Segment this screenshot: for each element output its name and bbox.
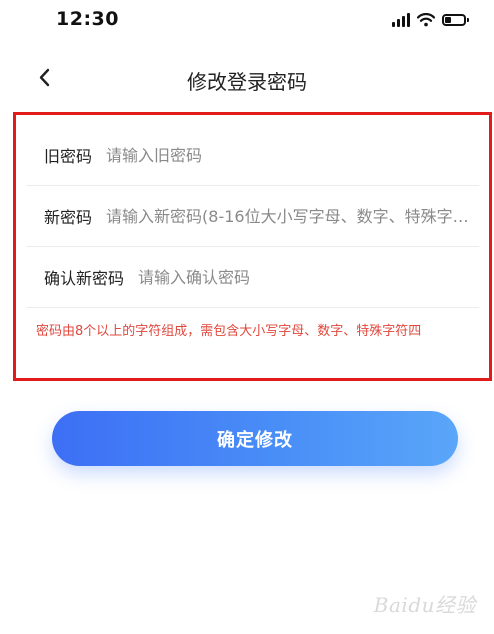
battery-level xyxy=(445,17,451,23)
password-form: 旧密码 新密码 确认新密码 密码由8个以上的字符组成，需包含大小写字母、数字、特… xyxy=(13,112,492,381)
baidu-watermark: Baidu经验 xyxy=(373,593,476,617)
confirm-password-input[interactable] xyxy=(138,267,471,287)
old-password-label: 旧密码 xyxy=(44,147,93,166)
status-time: 12:30 xyxy=(56,8,119,30)
confirm-password-row: 确认新密码 xyxy=(26,247,479,308)
password-rule-hint: 密码由8个以上的字符组成，需包含大小写字母、数字、特殊字符四 xyxy=(36,324,422,339)
new-password-label: 新密码 xyxy=(44,208,93,227)
new-password-row: 新密码 xyxy=(26,186,479,247)
status-bar: 12:30 xyxy=(0,0,494,40)
new-password-input[interactable] xyxy=(106,206,471,226)
signal-icon xyxy=(392,13,410,27)
old-password-input[interactable] xyxy=(106,145,471,165)
nav-bar: 修改登录密码 xyxy=(0,56,494,102)
status-icons xyxy=(392,10,469,30)
page-title: 修改登录密码 xyxy=(187,70,307,94)
old-password-row: 旧密码 xyxy=(26,125,479,186)
confirm-password-label: 确认新密码 xyxy=(44,269,125,288)
battery-icon xyxy=(442,14,469,26)
confirm-change-button[interactable]: 确定修改 xyxy=(52,411,458,466)
wifi-icon xyxy=(417,13,435,27)
